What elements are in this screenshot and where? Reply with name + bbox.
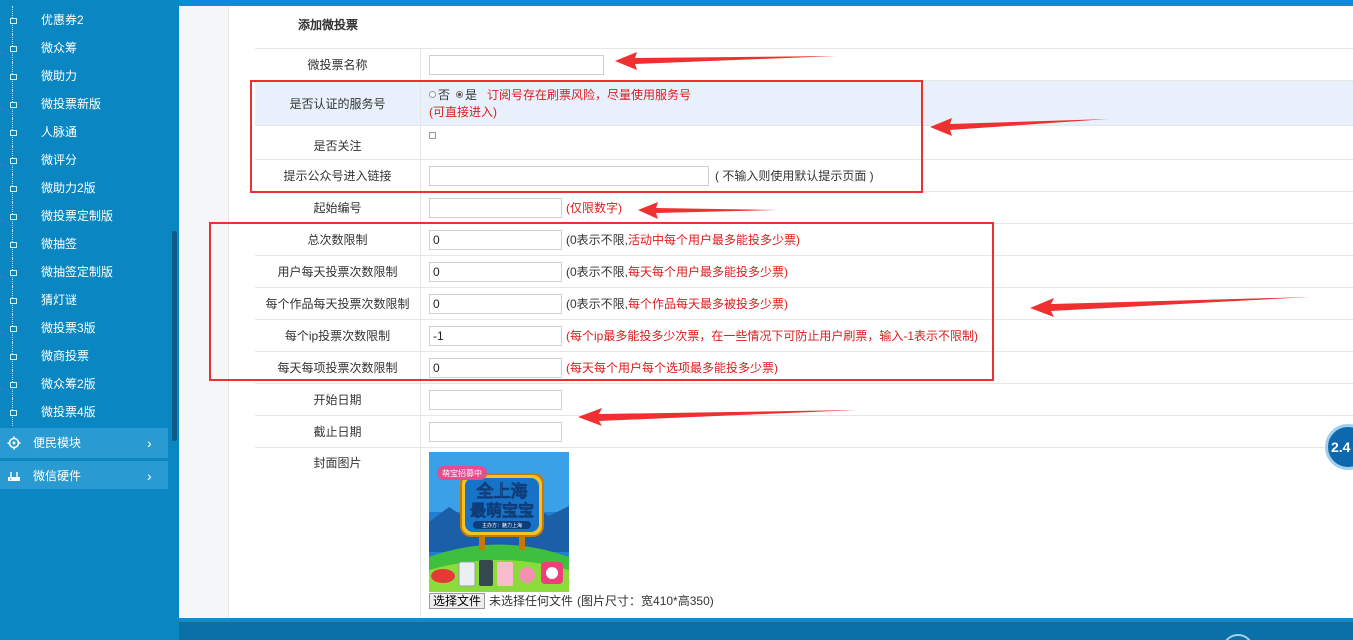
annotation-arrow xyxy=(578,408,858,426)
sidebar-sub-item[interactable]: 优惠券2 xyxy=(0,6,170,34)
sidebar-sub-item[interactable]: 猜灯谜 xyxy=(0,286,170,314)
annotation-arrow xyxy=(930,118,1108,136)
row-cover: 封面图片 选择文件 未选择任何文件 (图片尺寸：宽410*高350) xyxy=(255,447,1353,617)
sidebar-sub-item[interactable]: 微助力 xyxy=(0,62,170,90)
bottom-bar xyxy=(179,618,1353,640)
sidebar-sub-item-label: 优惠券2 xyxy=(41,13,84,27)
cover-tag-text: 萌宝招募中 xyxy=(442,468,482,478)
tree-node-icon xyxy=(9,370,17,398)
annotation-arrow xyxy=(638,202,778,219)
cover-text-1: 全上海 xyxy=(476,481,528,502)
sidebar-sub-item-label: 微投票3版 xyxy=(41,321,96,335)
sidebar-sub-item-label: 微助力 xyxy=(41,69,78,83)
file-size-hint: (图片尺寸：宽410*高350) xyxy=(577,594,714,608)
scrollbar-thumb[interactable] xyxy=(172,231,177,441)
sidebar-module-label: 便民模块 xyxy=(33,436,82,450)
chevron-right-icon: › xyxy=(147,468,152,484)
cover-illustration: 萌宝招募中 全上海 最萌宝宝 主办方：魅力上海 xyxy=(429,452,569,592)
tree-node-icon xyxy=(9,118,17,146)
start-number-label: 起始编号 xyxy=(255,192,421,223)
vote-name-input[interactable] xyxy=(429,54,604,75)
sidebar-sub-item[interactable]: 微投票4版 xyxy=(0,398,170,426)
sidebar-sub-item-label: 微助力2版 xyxy=(41,181,96,195)
tree-node-icon xyxy=(9,342,17,370)
start-date-label: 开始日期 xyxy=(255,384,421,415)
sidebar-bottom xyxy=(0,489,179,640)
sidebar-sub-item-label: 微众筹2版 xyxy=(41,377,96,391)
sidebar-sub-item[interactable]: 微商投票 xyxy=(0,342,170,370)
tree-node-icon xyxy=(9,174,17,202)
sidebar-sub-item-label: 人脉通 xyxy=(41,125,78,139)
form-title: 添加微投票 xyxy=(298,18,359,32)
tree-node-icon xyxy=(9,6,17,34)
tree-node-icon xyxy=(9,230,17,258)
sidebar-sub-item[interactable]: 微助力2版 xyxy=(0,174,170,202)
start-number-input[interactable] xyxy=(429,197,562,218)
end-date-label: 截止日期 xyxy=(255,416,421,447)
tree-node-icon xyxy=(9,398,17,426)
tree-node-icon xyxy=(9,202,17,230)
sidebar-sub-item[interactable]: 微众筹2版 xyxy=(0,370,170,398)
tree-node-icon xyxy=(9,34,17,62)
sidebar-sub-item-label: 微抽签定制版 xyxy=(41,265,114,279)
tree-node-icon xyxy=(9,286,17,314)
sidebar-sub-item-label: 微投票新版 xyxy=(41,97,102,111)
row-start-number: 起始编号 (仅限数字) xyxy=(255,191,1353,223)
tree-node-icon xyxy=(9,62,17,90)
sidebar: 优惠券2 微众筹微助力微投票新版人脉通微评分微助力2版微投票定制版 微抽签微抽签定制… xyxy=(0,0,179,640)
end-date-input[interactable] xyxy=(429,421,562,442)
vote-name-label: 微投票名称 xyxy=(255,49,421,80)
cover-text-2: 最萌宝宝 xyxy=(470,501,534,520)
sidebar-module-bianmin[interactable]: 便民模块 › xyxy=(0,428,168,458)
sidebar-module-hardware[interactable]: 微信硬件 › xyxy=(0,461,168,491)
annotation-arrow xyxy=(1030,297,1310,317)
sidebar-module-label: 微信硬件 xyxy=(33,469,82,483)
cover-label: 封面图片 xyxy=(255,448,421,617)
sidebar-sub-item[interactable]: 微众筹 xyxy=(0,34,170,62)
cover-image: 萌宝招募中 全上海 最萌宝宝 主办方：魅力上海 xyxy=(429,452,569,592)
annotation-box-limits xyxy=(209,222,994,381)
sidebar-sub-item-label: 微评分 xyxy=(41,153,78,167)
sidebar-scrollbar[interactable] xyxy=(170,6,179,441)
tree-node-icon xyxy=(9,146,17,174)
chevron-right-icon: › xyxy=(147,435,152,451)
choose-file-button[interactable]: 选择文件 xyxy=(429,593,486,609)
start-number-hint: (仅限数字) xyxy=(566,201,622,215)
sidebar-sub-list: 优惠券2 微众筹微助力微投票新版人脉通微评分微助力2版微投票定制版 微抽签微抽签定制… xyxy=(0,6,170,426)
annotation-box-service xyxy=(250,80,923,193)
annotation-arrow xyxy=(615,52,837,70)
sidebar-sub-item-label: 微投票4版 xyxy=(41,405,96,419)
sidebar-sub-item[interactable]: 微评分 xyxy=(0,146,170,174)
sidebar-sub-item-label: 猜灯谜 xyxy=(41,293,78,307)
file-status: 未选择任何文件 xyxy=(489,594,574,608)
sidebar-sub-item[interactable]: 人脉通 xyxy=(0,118,170,146)
sidebar-sub-item[interactable]: 微抽签 xyxy=(0,230,170,258)
sidebar-sub-item-label: 微抽签 xyxy=(41,237,78,251)
sidebar-sub-item-label: 微众筹 xyxy=(41,41,78,55)
router-icon xyxy=(8,472,20,481)
tree-node-icon xyxy=(9,90,17,118)
start-date-input[interactable] xyxy=(429,389,562,410)
sidebar-sub-item[interactable]: 微投票新版 xyxy=(0,90,170,118)
tree-node-icon xyxy=(9,258,17,286)
cover-text-3: 主办方：魅力上海 xyxy=(482,522,522,529)
sidebar-sub-item-label: 微投票定制版 xyxy=(41,209,114,223)
sidebar-sub-item[interactable]: 微抽签定制版 xyxy=(0,258,170,286)
gear-icon xyxy=(7,436,21,450)
sidebar-sub-item[interactable]: 微投票定制版 xyxy=(0,202,170,230)
sidebar-sub-item[interactable]: 微投票3版 xyxy=(0,314,170,342)
tree-node-icon xyxy=(9,314,17,342)
sidebar-sub-item-label: 微商投票 xyxy=(41,349,90,363)
